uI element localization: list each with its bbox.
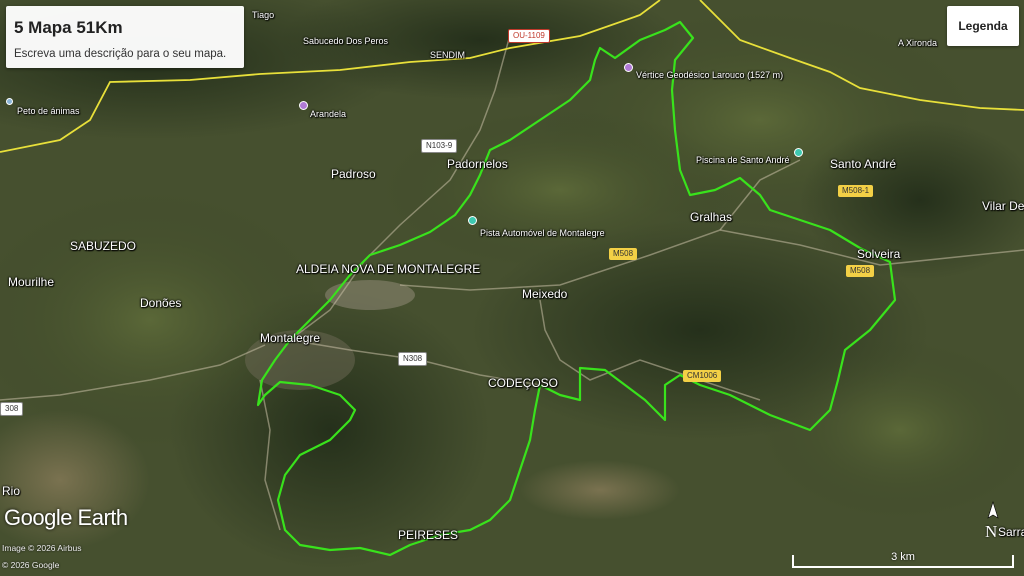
google-credit: © 2026 Google [2, 560, 60, 570]
vertice-larouco-marker-icon[interactable] [624, 63, 633, 72]
label-pista-automovel: Pista Automóvel de Montalegre [480, 228, 605, 238]
label-meixedo: Meixedo [522, 287, 568, 301]
scale-tick-left [792, 555, 794, 568]
label-rio: Rio [2, 484, 21, 498]
scale-bar: 3 km [792, 551, 1014, 569]
label-codecoso: CODEÇOSO [488, 376, 559, 390]
peto-animas-marker-icon[interactable] [6, 98, 13, 105]
satellite-map[interactable] [0, 0, 1024, 576]
compass-north-label: N [985, 522, 998, 541]
google-earth-logo: Google Earth [4, 505, 128, 530]
scale-line [792, 566, 1014, 568]
label-vilar-de: Vilar De [982, 199, 1024, 213]
scale-tick-right [1012, 555, 1014, 568]
label-donoes: Donões [140, 296, 182, 310]
label-piscina-santo-andre: Piscina de Santo André [696, 155, 790, 165]
road-tag-n103-9: N103-9 [421, 139, 458, 153]
road-tag-308: 308 [0, 402, 24, 416]
label-padornelos: Padornelos [447, 157, 508, 171]
label-tiago: Tiago [252, 10, 275, 20]
label-santo-andre: Santo André [830, 157, 897, 171]
label-peto-animas: Peto de ánimas [17, 106, 80, 116]
map-title: 5 Mapa 51Km [14, 18, 123, 37]
label-aldeia-nova: ALDEIA NOVA DE MONTALEGRE [296, 262, 481, 276]
label-sabuzedo: SABUZEDO [70, 239, 137, 253]
road-tag-m508-1: M508-1 [838, 185, 874, 197]
piscina-santo-andre-marker-icon[interactable] [794, 148, 803, 157]
road-tag-m508-west: M508 [609, 248, 638, 260]
arandela-marker-icon[interactable] [299, 101, 308, 110]
label-peireses: PEIRESES [398, 528, 459, 542]
compass-icon[interactable]: N [984, 500, 1002, 548]
road-tag-ou-1109: OU-1109 [508, 29, 550, 43]
scale-label: 3 km [891, 551, 915, 563]
label-arandela: Arandela [310, 109, 347, 119]
label-sendim: SENDIM [430, 50, 466, 60]
road-tag-cm1006: CM1006 [683, 370, 722, 382]
map-description[interactable]: Escreva uma descrição para o seu mapa. [14, 48, 226, 60]
label-montalegre: Montalegre [260, 331, 321, 345]
label-vertice-larouco: Vértice Geodésico Larouco (1527 m) [636, 70, 784, 80]
road-tag-m508-east: M508 [846, 265, 875, 277]
map-info-card[interactable]: 5 Mapa 51Km Escreva uma descrição para o… [6, 6, 244, 68]
label-padroso: Padroso [331, 167, 376, 181]
label-solveira: Solveira [857, 247, 901, 261]
label-a-xironda: A Xironda [898, 38, 938, 48]
imagery-credit: Image © 2026 Airbus [2, 543, 82, 553]
label-gralhas: Gralhas [690, 210, 733, 224]
label-mourilhe: Mourilhe [8, 275, 55, 289]
pista-automovel-marker-icon[interactable] [468, 216, 477, 225]
label-sabucedo-dos-peros: Sabucedo Dos Peros [303, 36, 389, 46]
road-tag-n308: N308 [398, 352, 428, 366]
legend-button[interactable]: Legenda [947, 6, 1019, 46]
